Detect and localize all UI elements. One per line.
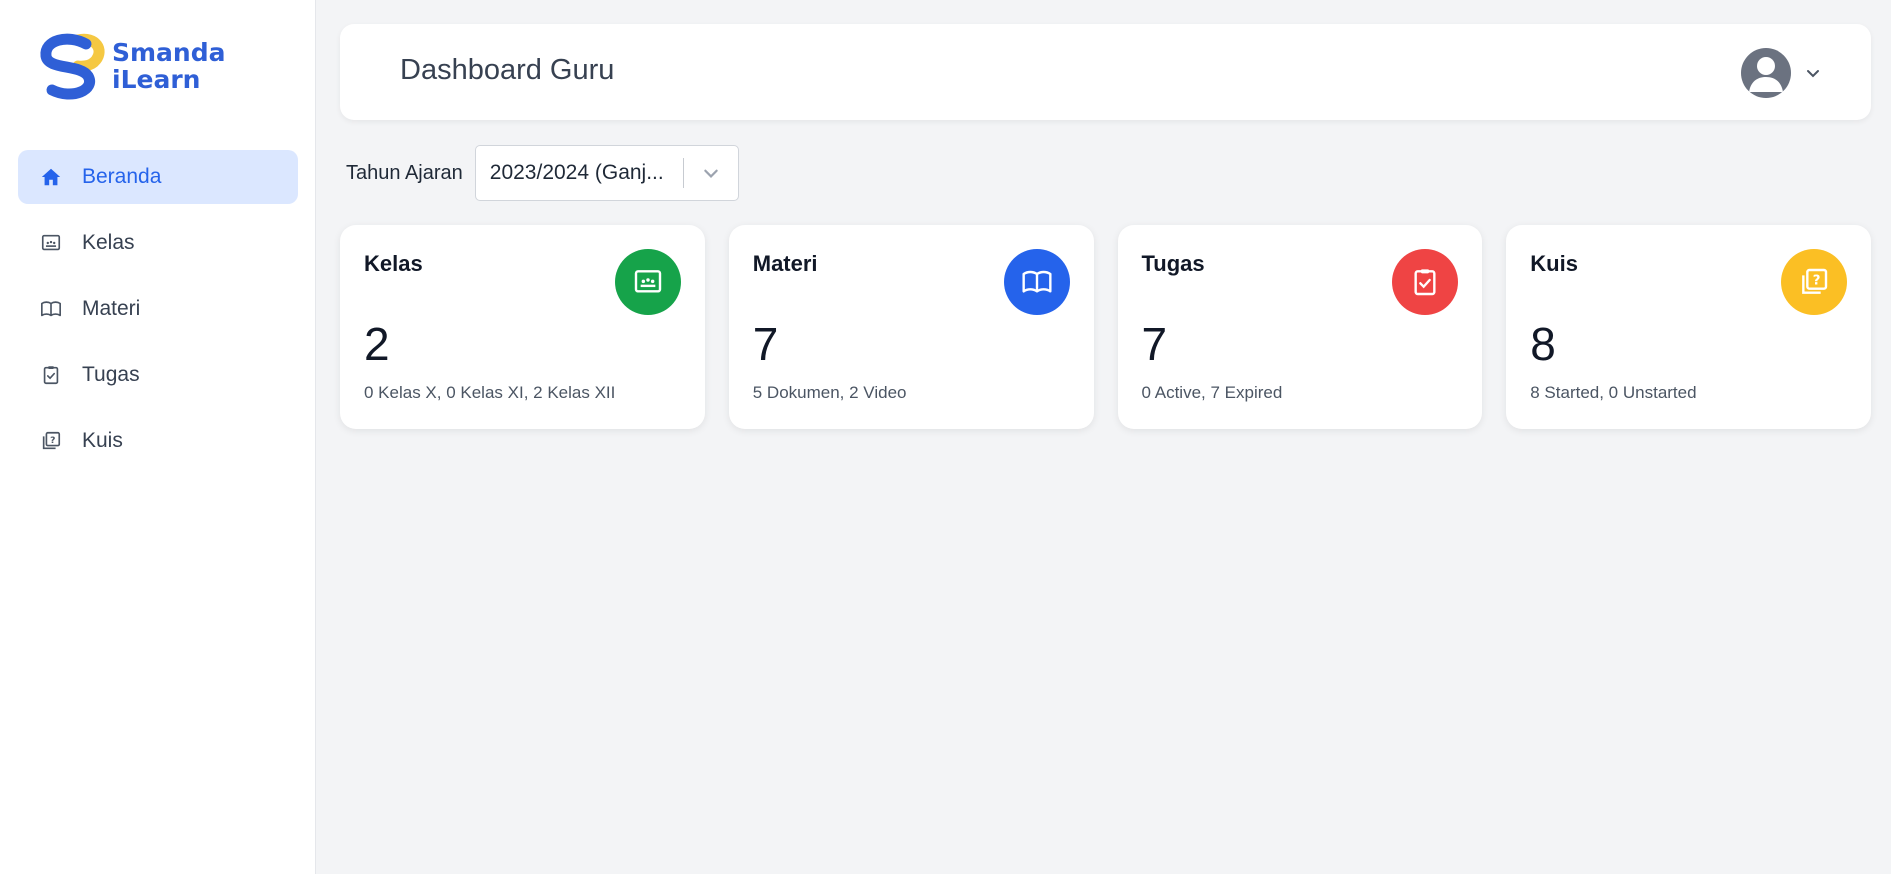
sidebar-item-label: Materi [82,297,141,320]
sidebar-item-label: Kelas [82,231,135,254]
select-value: 2023/2024 (Ganj... [489,161,664,184]
sidebar-item-label: Beranda [82,165,162,188]
academic-year-filter: Tahun Ajaran 2023/2024 (Ganj... [346,145,739,201]
card-title: Kuis [1530,251,1578,276]
sidebar-nav: Beranda Kelas Materi Tugas ? Kuis [18,150,298,480]
stat-card-kelas[interactable]: Kelas 2 0 Kelas X, 0 Kelas XI, 2 Kelas X… [340,225,705,429]
page-title: Dashboard Guru [400,54,615,86]
book-icon [1003,249,1070,315]
chevron-down-icon [684,164,738,182]
classroom-icon [40,232,62,254]
sidebar-item-beranda[interactable]: Beranda [18,150,298,204]
brand-line-1: Smanda [112,38,226,67]
card-value: 8 [1530,318,1556,370]
sidebar: Smanda iLearn Beranda Kelas Materi Tugas… [0,0,316,874]
user-avatar-icon [1741,48,1791,98]
top-bar: Dashboard Guru [340,24,1871,120]
classroom-icon [614,249,681,315]
card-description: 0 Active, 7 Expired [1141,383,1283,402]
quiz-icon: ? [1781,249,1847,315]
card-title: Tugas [1141,251,1205,276]
brand-name: Smanda iLearn [112,39,226,93]
logo-mark-icon [40,33,105,100]
user-menu[interactable] [1741,48,1821,98]
card-title: Kelas [364,251,423,276]
sidebar-item-label: Kuis [82,429,123,452]
card-description: 0 Kelas X, 0 Kelas XI, 2 Kelas XII [364,383,616,402]
filter-label: Tahun Ajaran [346,161,463,184]
quiz-icon: ? [40,430,62,452]
card-title: Materi [752,251,818,276]
brand-logo[interactable]: Smanda iLearn [38,30,226,102]
home-icon [40,166,62,188]
stat-card-materi[interactable]: Materi 7 5 Dokumen, 2 Video [728,225,1094,429]
stat-card-tugas[interactable]: Tugas 7 0 Active, 7 Expired [1117,225,1483,429]
sidebar-item-materi[interactable]: Materi [18,282,298,336]
card-value: 7 [1141,318,1168,370]
sidebar-item-label: Tugas [82,363,140,386]
stats-cards: Kelas 2 0 Kelas X, 0 Kelas XI, 2 Kelas X… [340,225,1871,429]
card-description: 5 Dokumen, 2 Video [752,383,907,402]
sidebar-item-kuis[interactable]: ? Kuis [18,414,298,468]
brand-line-2: iLearn [112,65,201,94]
clipboard-check-icon [1392,249,1459,315]
academic-year-select[interactable]: 2023/2024 (Ganj... [474,145,739,201]
svg-text:?: ? [1813,274,1821,289]
card-value: 2 [364,318,390,370]
card-value: 7 [752,318,779,370]
clipboard-check-icon [40,364,62,386]
book-icon [40,298,62,320]
stat-card-kuis[interactable]: Kuis ? 8 8 Started, 0 Unstarted [1506,225,1871,429]
card-description: 8 Started, 0 Unstarted [1530,383,1697,402]
sidebar-item-kelas[interactable]: Kelas [18,216,298,270]
chevron-down-icon [1807,70,1819,78]
sidebar-item-tugas[interactable]: Tugas [18,348,298,402]
svg-text:?: ? [50,435,55,446]
